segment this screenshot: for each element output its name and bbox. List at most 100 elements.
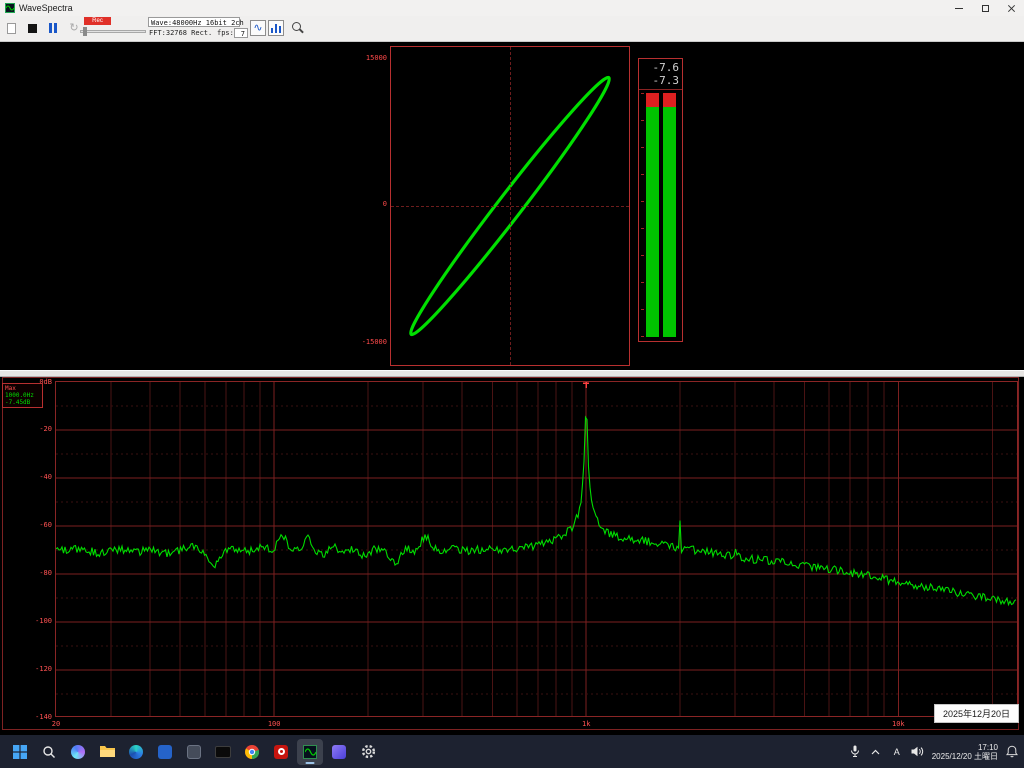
slider-thumb[interactable] [83, 27, 87, 36]
transport-buttons: ↻ [4, 21, 81, 35]
lissajous-y-zero-label: 0 [354, 200, 387, 208]
level-left-db: -7.6 [639, 61, 679, 74]
waveform-icon: ∿ [253, 23, 262, 34]
spectrum-y-tick-label: -80 [18, 569, 52, 577]
wavespectra-window: WaveSpectra ↻ Rec Wave:48000Hz 16bit 2ch… [0, 0, 1024, 768]
spectrum-view-button[interactable] [268, 20, 284, 36]
snip-app-icon [215, 746, 231, 758]
spectrum-x-tick-label: 10k [892, 720, 905, 728]
level-bar-left [646, 93, 659, 337]
peak-marker-box: Max 1000.0Hz -7.45dB [2, 383, 43, 408]
toolbar: ↻ Rec Wave:48000Hz 16bit 2ch FFT:32768 R… [0, 16, 1024, 42]
wave-format-readout: Wave:48000Hz 16bit 2ch [148, 17, 240, 27]
maximize-button[interactable] [972, 0, 998, 16]
view-toggle-buttons: ∿ [250, 20, 306, 36]
window-controls [946, 0, 1024, 16]
spectrum-panel: 0dB-20-40-60-80-100-120-140 201001k10k M… [0, 377, 1024, 735]
level-bar-right [663, 93, 676, 337]
level-meter: -7.6 -7.3 [638, 58, 683, 342]
open-file-icon [7, 23, 16, 34]
chrome-icon [245, 745, 259, 759]
spectrum-y-tick-label: -140 [18, 713, 52, 721]
level-bar-left-fill [646, 107, 659, 337]
volume-tray-button[interactable] [911, 744, 925, 760]
level-bar-right-fill [663, 107, 676, 337]
pause-icon [49, 23, 57, 33]
settings-magnifier-button[interactable] [290, 20, 306, 36]
peak-marker-frequency: 1000.0Hz [5, 392, 40, 399]
spectrum-y-tick-label: -20 [18, 425, 52, 433]
open-file-button[interactable] [4, 21, 18, 35]
window-title: WaveSpectra [19, 3, 73, 13]
acrobat-icon [274, 745, 288, 759]
taskbar-edge-button[interactable] [123, 739, 149, 765]
fps-value: 7 [234, 28, 248, 38]
lissajous-vertical-axis [510, 47, 511, 365]
start-button[interactable] [7, 739, 33, 765]
taskbar-settings-button[interactable] [355, 739, 381, 765]
ime-mode-label: A [894, 747, 900, 757]
clock-time: 17:10 [932, 743, 998, 752]
titlebar: WaveSpectra [0, 0, 1024, 16]
stop-icon [28, 24, 37, 33]
minimize-button[interactable] [946, 0, 972, 16]
taskbar-copilot-button[interactable] [65, 739, 91, 765]
scope-panel: 15000 0 -15000 -7.6 -7.3 [0, 42, 1024, 370]
speaker-icon [911, 746, 924, 757]
taskbar-file-explorer-button[interactable] [94, 739, 120, 765]
wavespectra-icon [303, 745, 317, 759]
level-meter-bars [639, 93, 682, 337]
spectrum-x-tick-label: 100 [268, 720, 281, 728]
search-icon [42, 745, 56, 759]
spectrum-x-tick-label: 1k [582, 720, 590, 728]
rec-indicator: Rec [84, 17, 111, 25]
spectrum-y-tick-label: -100 [18, 617, 52, 625]
close-button[interactable] [998, 0, 1024, 16]
purple-app-icon [332, 745, 346, 759]
ime-mode-button[interactable]: A [890, 744, 904, 760]
taskbar-chrome-button[interactable] [239, 739, 265, 765]
file-explorer-icon [100, 745, 115, 758]
taskbar-dark-app-button[interactable] [181, 739, 207, 765]
spectrum-plot [55, 381, 1018, 717]
stop-button[interactable] [25, 21, 39, 35]
taskbar-acrobat-button[interactable] [268, 739, 294, 765]
taskbar-purple-app-button[interactable] [326, 739, 352, 765]
edge-icon [129, 745, 143, 759]
waveform-view-button[interactable]: ∿ [250, 20, 266, 36]
panel-splitter[interactable] [0, 370, 1024, 377]
fps-label: fps: [217, 29, 234, 37]
taskbar-wavespectra-button[interactable] [297, 739, 323, 765]
lissajous-y-min-label: -15000 [354, 338, 387, 346]
level-meter-scale-ticks [641, 93, 644, 337]
level-bar-right-peak [663, 93, 676, 107]
clock-date: 2025/12/20 土曜日 [932, 752, 998, 761]
blue-app-icon [158, 745, 172, 759]
repeat-icon: ↻ [69, 23, 78, 34]
settings-gear-icon [361, 744, 376, 759]
taskbar-icons [0, 739, 381, 765]
spectrum-x-tick-label: 20 [52, 720, 60, 728]
taskbar-blue-app-button[interactable] [152, 739, 178, 765]
spectrum-trace [56, 382, 1017, 716]
lissajous-display [390, 46, 630, 366]
spectrum-bars-icon [271, 23, 281, 33]
taskbar-search-button[interactable] [36, 739, 62, 765]
spectrum-y-tick-label: -120 [18, 665, 52, 673]
copilot-icon [71, 745, 85, 759]
position-slider[interactable] [80, 30, 146, 33]
pause-button[interactable] [46, 21, 60, 35]
notifications-button[interactable] [1005, 744, 1019, 760]
lissajous-y-max-label: 15000 [354, 54, 387, 62]
repeat-button[interactable]: ↻ [67, 21, 81, 35]
taskbar-snip-app-button[interactable] [210, 739, 236, 765]
dark-app-icon [187, 745, 201, 759]
microphone-tray-button[interactable] [848, 744, 862, 760]
chevron-up-icon [871, 749, 880, 755]
sine-wave-icon [6, 5, 14, 11]
spectrum-y-tick-label: -40 [18, 473, 52, 481]
maximize-icon [982, 5, 989, 12]
windows-logo-icon [13, 745, 27, 759]
taskbar-clock[interactable]: 17:10 2025/12/20 土曜日 [932, 743, 998, 761]
hidden-icons-button[interactable] [869, 744, 883, 760]
